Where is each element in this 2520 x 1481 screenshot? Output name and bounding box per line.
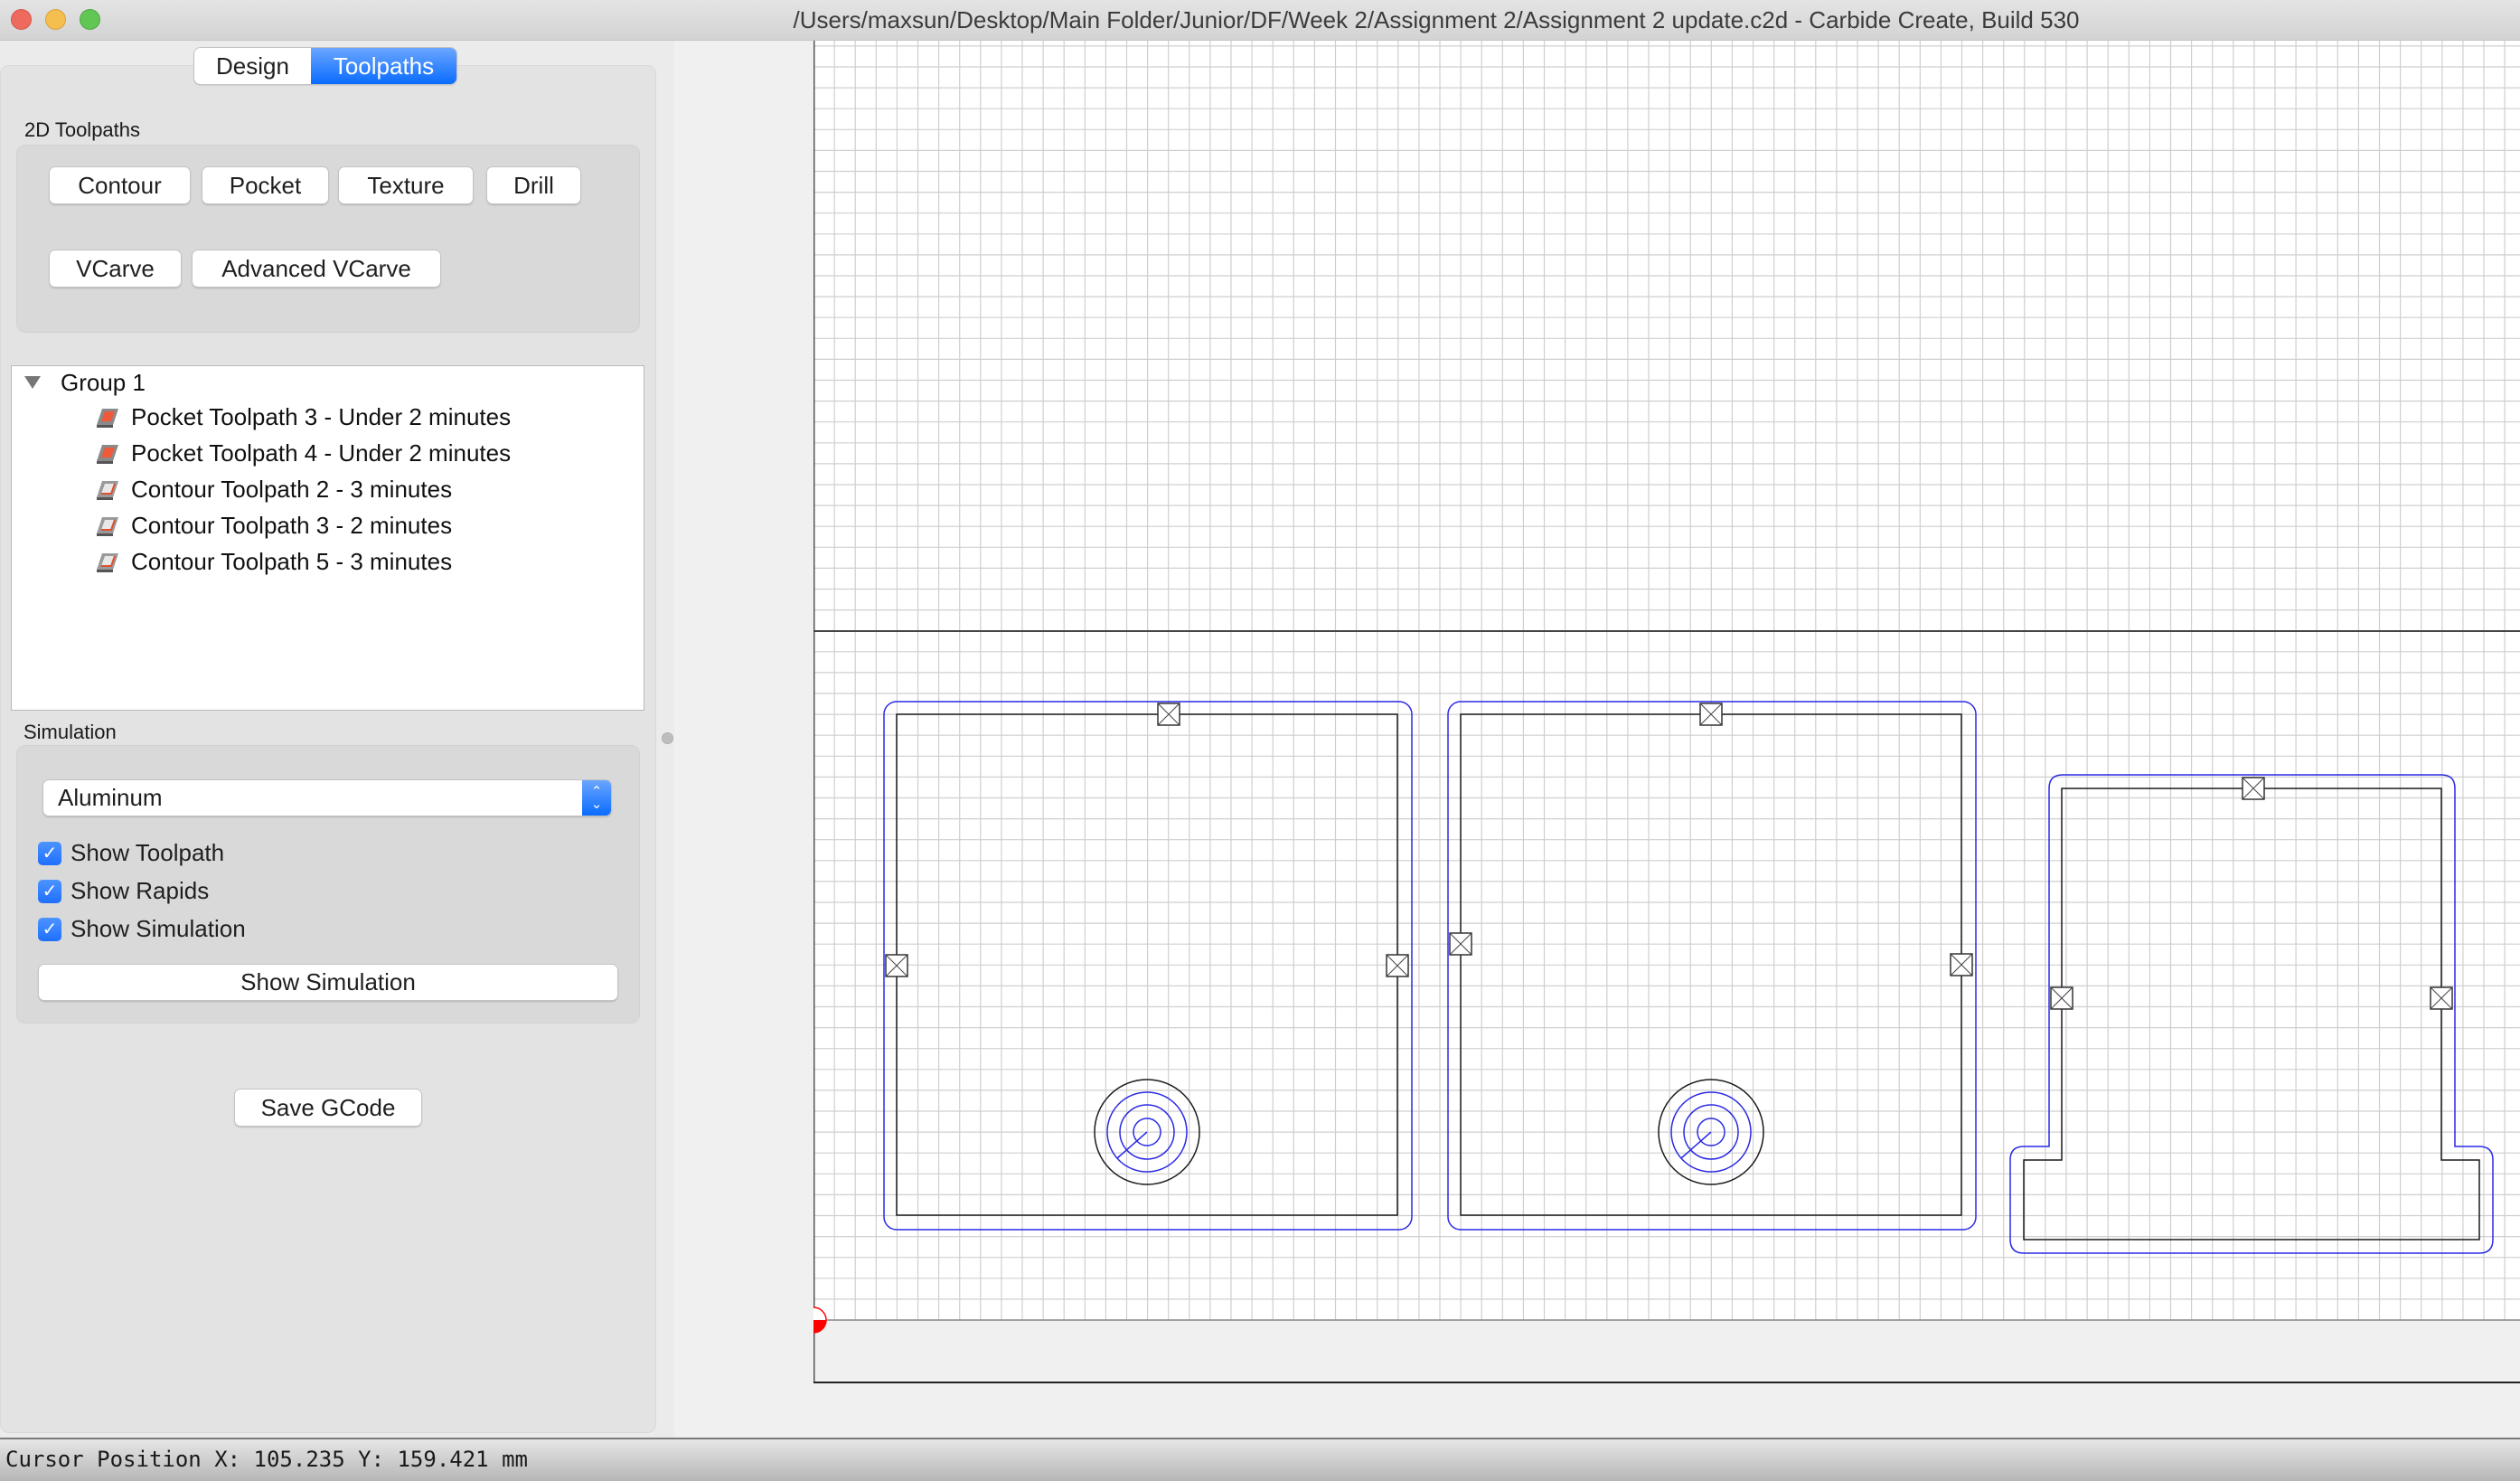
advanced-vcarve-button[interactable]: Advanced VCarve xyxy=(193,250,440,287)
toolpath-label: Contour Toolpath 5 - 3 minutes xyxy=(131,547,453,575)
toolpath-item[interactable]: Pocket Toolpath 4 - Under 2 minutes xyxy=(93,437,511,469)
contour-toolpath-icon xyxy=(97,481,118,500)
grid-background xyxy=(813,41,2520,1320)
texture-button[interactable]: Texture xyxy=(339,167,473,203)
toolpath-item[interactable]: Contour Toolpath 5 - 3 minutes xyxy=(93,545,452,578)
vcarve-button[interactable]: VCarve xyxy=(50,250,181,287)
drill-button[interactable]: Drill xyxy=(487,167,580,203)
show-simulation-checkbox[interactable]: ✓ Show Simulation xyxy=(38,915,246,943)
design-canvas[interactable] xyxy=(813,41,2520,1438)
canvas-bottom-margin xyxy=(813,1320,2520,1383)
toolpaths-2d-label: 2D Toolpaths xyxy=(24,118,141,141)
tab-marker-icon[interactable] xyxy=(2430,986,2453,1010)
toolpath-label: Pocket Toolpath 3 - Under 2 minutes xyxy=(131,402,512,430)
contour-toolpath-icon xyxy=(97,553,118,572)
disclosure-triangle-icon[interactable] xyxy=(24,376,41,389)
cursor-position-readout: Cursor Position X: 105.235 Y: 159.421 mm xyxy=(5,1447,528,1472)
checkbox-label: Show Simulation xyxy=(71,915,246,942)
tab-marker-icon[interactable] xyxy=(885,954,908,977)
material-value: Aluminum xyxy=(58,784,163,811)
grid xyxy=(813,41,2520,1321)
tab-toolpaths[interactable]: Toolpaths xyxy=(311,48,456,84)
toolpath-item[interactable]: Pocket Toolpath 3 - Under 2 minutes xyxy=(93,401,511,433)
show-rapids-checkbox[interactable]: ✓ Show Rapids xyxy=(38,877,209,905)
toolpath-item[interactable]: Contour Toolpath 3 - 2 minutes xyxy=(93,509,452,542)
contour-toolpath-icon xyxy=(97,517,118,536)
splitter-handle[interactable] xyxy=(662,732,673,744)
save-gcode-button[interactable]: Save GCode xyxy=(235,1090,421,1126)
tab-marker-icon[interactable] xyxy=(2242,777,2265,800)
material-select[interactable]: Aluminum ⌃ ⌄ xyxy=(43,780,611,816)
toolpath-tree[interactable]: Group 1 Pocket Toolpath 3 - Under 2 minu… xyxy=(11,365,644,711)
checkmark-icon[interactable]: ✓ xyxy=(38,879,61,903)
pocket-button[interactable]: Pocket xyxy=(202,167,328,203)
checkbox-label: Show Toolpath xyxy=(71,839,225,866)
group-label: Group 1 xyxy=(61,368,146,396)
checkmark-icon[interactable]: ✓ xyxy=(38,841,61,865)
show-toolpath-checkbox[interactable]: ✓ Show Toolpath xyxy=(38,839,224,867)
tab-marker-icon[interactable] xyxy=(1699,703,1723,726)
tab-marker-icon[interactable] xyxy=(1386,954,1409,977)
mode-tabs: Design Toolpaths xyxy=(194,48,456,84)
toolpath-label: Contour Toolpath 2 - 3 minutes xyxy=(131,475,453,503)
checkmark-icon[interactable]: ✓ xyxy=(38,917,61,941)
tab-marker-icon[interactable] xyxy=(1157,703,1180,726)
toolpath-label: Contour Toolpath 3 - 2 minutes xyxy=(131,511,453,539)
contour-button[interactable]: Contour xyxy=(50,167,190,203)
toolpath-item[interactable]: Contour Toolpath 2 - 3 minutes xyxy=(93,473,452,505)
show-simulation-button[interactable]: Show Simulation xyxy=(39,965,617,1000)
tab-marker-icon[interactable] xyxy=(2050,986,2073,1010)
window-title: /Users/maxsun/Desktop/Main Folder/Junior… xyxy=(793,6,2080,33)
pocket-toolpath-icon xyxy=(97,409,118,428)
tree-group-row[interactable]: Group 1 xyxy=(24,366,146,399)
select-stepper-icon: ⌃ ⌄ xyxy=(582,780,611,816)
toolpath-label: Pocket Toolpath 4 - Under 2 minutes xyxy=(131,439,512,467)
checkbox-label: Show Rapids xyxy=(71,877,210,904)
tab-marker-icon[interactable] xyxy=(1449,932,1472,956)
simulation-label: Simulation xyxy=(24,721,117,743)
tab-design[interactable]: Design xyxy=(194,48,311,84)
tab-marker-icon[interactable] xyxy=(1950,953,1973,976)
pocket-toolpath-icon xyxy=(97,445,118,464)
